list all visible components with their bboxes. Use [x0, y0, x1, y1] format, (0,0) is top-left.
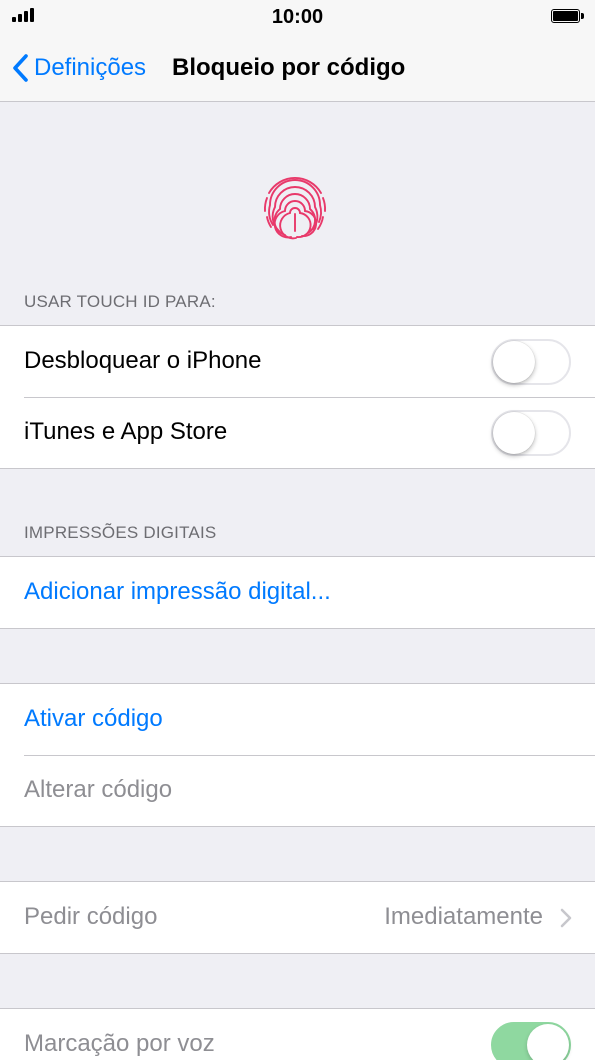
chevron-right-icon — [560, 908, 572, 928]
fingerprints-section-header: IMPRESSÕES DIGITAIS — [24, 523, 217, 542]
activate-passcode-row[interactable]: Ativar código — [0, 684, 595, 755]
voice-dial-toggle — [491, 1022, 571, 1060]
require-passcode-row: Pedir código Imediatamente — [0, 882, 595, 953]
touch-id-section-header: USAR TOUCH ID PARA: — [24, 292, 216, 311]
fingerprint-icon — [264, 177, 326, 240]
unlock-iphone-row: Desbloquear o iPhone — [0, 326, 595, 397]
voice-dial-label: Marcação por voz — [24, 1030, 215, 1057]
voice-dial-group: Marcação por voz — [0, 1008, 595, 1060]
change-passcode-button: Alterar código — [24, 776, 173, 803]
require-passcode-value: Imediatamente — [384, 903, 543, 930]
status-bar: 10:00 — [0, 0, 595, 34]
require-passcode-group: Pedir código Imediatamente — [0, 881, 595, 954]
itunes-app-store-label: iTunes e App Store — [24, 418, 228, 445]
add-fingerprint-button[interactable]: Adicionar impressão digital... — [24, 578, 331, 606]
itunes-app-store-toggle[interactable] — [491, 410, 571, 456]
page-title: Bloqueio por código — [172, 54, 406, 81]
itunes-app-store-row: iTunes e App Store — [0, 397, 595, 468]
require-passcode-label: Pedir código — [24, 903, 158, 930]
unlock-iphone-toggle[interactable] — [491, 339, 571, 385]
back-button-label: Definições — [34, 54, 147, 81]
chevron-left-icon — [13, 54, 28, 82]
change-passcode-row: Alterar código — [0, 755, 595, 826]
unlock-iphone-label: Desbloquear o iPhone — [24, 347, 262, 374]
activate-passcode-button[interactable]: Ativar código — [24, 705, 163, 733]
navigation-bar: Definições Bloqueio por código — [0, 34, 595, 102]
touch-id-group: Desbloquear o iPhone iTunes e App Store — [0, 325, 595, 469]
battery-full-icon — [551, 9, 585, 25]
passcode-group: Ativar código Alterar código — [0, 683, 595, 827]
back-button[interactable]: Definições — [10, 50, 146, 86]
fingerprints-group: Adicionar impressão digital... — [0, 556, 595, 629]
add-fingerprint-row[interactable]: Adicionar impressão digital... — [0, 557, 595, 628]
voice-dial-row: Marcação por voz — [0, 1009, 595, 1060]
status-time: 10:00 — [271, 6, 324, 28]
passcode-settings-screen: 10:00 Definições Bloqueio por código USA… — [0, 0, 595, 1060]
